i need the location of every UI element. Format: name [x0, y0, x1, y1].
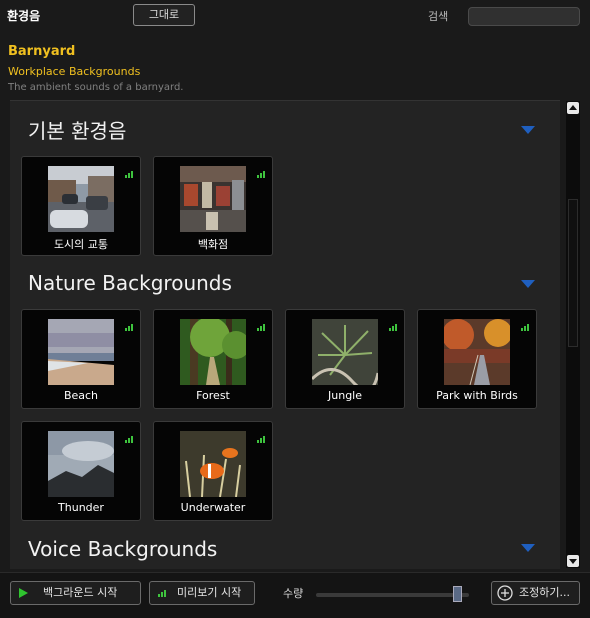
start-background-label: 백그라운드 시작	[43, 586, 118, 599]
sound-tile-jungle[interactable]: Jungle	[285, 309, 405, 409]
forest-thumbnail	[180, 319, 246, 385]
play-icon	[19, 588, 28, 598]
signal-bars-icon	[158, 590, 167, 597]
adjust-label: 조정하기...	[519, 586, 570, 599]
adjust-button[interactable]: 조정하기...	[491, 581, 580, 605]
signal-bars-icon	[521, 324, 530, 331]
tile-label: Park with Birds	[436, 389, 518, 402]
section-title-basic: 기본 환경음	[28, 119, 127, 143]
sound-tile-park-with-birds[interactable]: Park with Birds	[417, 309, 537, 409]
search-input[interactable]	[468, 7, 580, 26]
signal-bars-icon	[125, 324, 134, 331]
chevron-down-icon[interactable]	[521, 126, 535, 134]
city-traffic-thumbnail	[48, 166, 114, 232]
search-label: 검색	[428, 10, 449, 23]
volume-slider[interactable]	[316, 593, 469, 597]
scroll-up-arrow-icon[interactable]	[567, 102, 579, 114]
sound-tile-beach[interactable]: Beach	[21, 309, 141, 409]
section-title-nature: Nature Backgrounds	[28, 271, 232, 295]
sound-list-panel: 기본 환경음 도시의 교통 백화점 Nature Backgrounds Bea…	[10, 100, 560, 569]
sound-tile-forest[interactable]: Forest	[153, 309, 273, 409]
signal-bars-icon	[125, 171, 134, 178]
scroll-thumb[interactable]	[568, 199, 578, 347]
signal-bars-icon	[257, 324, 266, 331]
scroll-down-arrow-icon[interactable]	[567, 555, 579, 567]
selected-sound-description: The ambient sounds of a barnyard.	[8, 82, 184, 93]
tile-label: 백화점	[197, 238, 229, 251]
sound-tile-underwater[interactable]: Underwater	[153, 421, 273, 521]
sound-tile-department-store[interactable]: 백화점	[153, 156, 273, 256]
tile-label: Jungle	[328, 389, 362, 402]
selected-sound-category: Workplace Backgrounds	[8, 65, 141, 78]
footer-bar: 백그라운드 시작 미리보기 시작 수량 조정하기...	[0, 572, 590, 618]
chevron-down-icon[interactable]	[521, 544, 535, 552]
sound-tile-city-traffic[interactable]: 도시의 교통	[21, 156, 141, 256]
tile-label: 도시의 교통	[53, 238, 109, 251]
vertical-scrollbar[interactable]	[566, 101, 580, 568]
start-background-button[interactable]: 백그라운드 시작	[10, 581, 141, 605]
tile-label: Thunder	[58, 501, 104, 514]
department-store-thumbnail	[180, 166, 246, 232]
beach-thumbnail	[48, 319, 114, 385]
volume-slider-handle[interactable]	[453, 586, 462, 602]
underwater-thumbnail	[180, 431, 246, 497]
section-title-voice: Voice Backgrounds	[28, 537, 218, 561]
plus-circle-icon	[497, 585, 513, 601]
chevron-down-icon[interactable]	[521, 280, 535, 288]
park-with-birds-thumbnail	[444, 319, 510, 385]
jungle-thumbnail	[312, 319, 378, 385]
signal-bars-icon	[257, 171, 266, 178]
start-preview-label: 미리보기 시작	[177, 586, 242, 599]
signal-bars-icon	[125, 436, 134, 443]
signal-bars-icon	[257, 436, 266, 443]
reset-button[interactable]: 그대로	[133, 4, 195, 26]
thunder-thumbnail	[48, 431, 114, 497]
start-preview-button[interactable]: 미리보기 시작	[149, 581, 255, 605]
signal-bars-icon	[389, 324, 398, 331]
selected-sound-name: Barnyard	[8, 44, 76, 59]
volume-label: 수량	[283, 587, 304, 600]
tile-label: Underwater	[180, 501, 246, 514]
sound-tile-thunder[interactable]: Thunder	[21, 421, 141, 521]
tile-label: Forest	[196, 389, 230, 402]
tile-label: Beach	[63, 389, 99, 402]
window-title: 환경음	[7, 9, 41, 23]
